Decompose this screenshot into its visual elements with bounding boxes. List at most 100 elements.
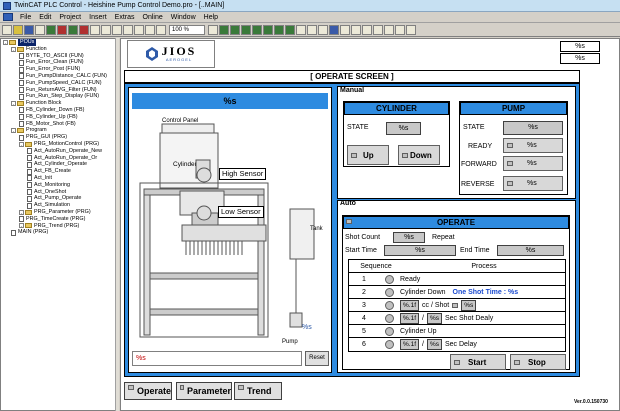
stop-icon[interactable] bbox=[79, 24, 89, 35]
polyline-icon[interactable] bbox=[263, 24, 273, 35]
run-icon[interactable] bbox=[68, 24, 78, 35]
tree-node[interactable]: FB_Cylinder_Up (FB) bbox=[1, 114, 117, 121]
menu-edit[interactable]: Edit bbox=[35, 14, 55, 21]
cylinder-down-button[interactable]: Down bbox=[398, 145, 440, 165]
cylinder-up-button[interactable]: Up bbox=[347, 145, 389, 165]
polygon-icon[interactable] bbox=[252, 24, 262, 35]
cut-icon[interactable] bbox=[112, 24, 122, 35]
menu-insert[interactable]: Insert bbox=[85, 14, 111, 21]
end-time-label: End Time bbox=[460, 247, 490, 254]
tree-node[interactable]: FB_Cylinder_Down (FB) bbox=[1, 107, 117, 114]
tree-node[interactable]: Act_OneShot bbox=[1, 189, 117, 196]
tree-node[interactable]: - Function Block bbox=[1, 100, 117, 107]
expand-icon[interactable]: - bbox=[11, 128, 16, 134]
reset-button[interactable]: Reset bbox=[305, 351, 329, 366]
new-icon[interactable] bbox=[2, 24, 12, 35]
parameter-nav-button[interactable]: Parameter bbox=[176, 382, 232, 400]
visualization-icon[interactable] bbox=[307, 24, 317, 35]
menu-window[interactable]: Window bbox=[167, 14, 200, 21]
print-icon[interactable] bbox=[35, 24, 45, 35]
step-icon[interactable] bbox=[90, 24, 100, 35]
tree-scrollbar[interactable] bbox=[115, 38, 119, 411]
meter-icon[interactable] bbox=[340, 24, 350, 35]
pie-icon[interactable] bbox=[285, 24, 295, 35]
menu-project[interactable]: Project bbox=[55, 14, 85, 21]
save-icon[interactable] bbox=[24, 24, 34, 35]
step-indicator-icon bbox=[385, 313, 394, 323]
rounded-rect-icon[interactable] bbox=[230, 24, 240, 35]
shot-delay-input[interactable]: %.1f bbox=[400, 312, 420, 324]
ellipse-icon[interactable] bbox=[241, 24, 251, 35]
table-icon[interactable] bbox=[329, 24, 339, 35]
menu-online[interactable]: Online bbox=[139, 14, 167, 21]
tree-node[interactable]: BYTE_TO_ASCII (FUN) bbox=[1, 53, 117, 60]
tree-node[interactable]: Fun_PumpDistance_CALC (FUN) bbox=[1, 73, 117, 80]
find-icon[interactable] bbox=[145, 24, 155, 35]
pou-icon bbox=[11, 229, 16, 236]
tree-node[interactable]: Fun_Error_Post (FUN) bbox=[1, 66, 117, 73]
copy-icon[interactable] bbox=[123, 24, 133, 35]
paste-icon[interactable] bbox=[134, 24, 144, 35]
menu-file[interactable]: File bbox=[16, 14, 35, 21]
menu-help[interactable]: Help bbox=[200, 14, 222, 21]
tree-node[interactable]: - Function bbox=[1, 46, 117, 53]
expand-icon[interactable]: - bbox=[19, 141, 24, 147]
tree-node[interactable]: PRG_GUI (PRG) bbox=[1, 134, 117, 141]
rectangle-icon[interactable] bbox=[219, 24, 229, 35]
tree-node[interactable]: Act_Cylinder_Operate bbox=[1, 161, 117, 168]
tree-node[interactable]: - Program bbox=[1, 127, 117, 134]
bar-display-icon[interactable] bbox=[351, 24, 361, 35]
tree-node[interactable]: Fun_Run_Step_Display (FUN) bbox=[1, 93, 117, 100]
start-button[interactable]: Start bbox=[450, 354, 506, 370]
bitmap-icon[interactable] bbox=[296, 24, 306, 35]
tree-node[interactable]: - PRG_MotionControl (PRG) bbox=[1, 141, 117, 148]
menu-extras[interactable]: Extras bbox=[111, 14, 139, 21]
open-icon[interactable] bbox=[13, 24, 23, 35]
tree-node[interactable]: - PRG_Trend (PRG) bbox=[1, 223, 117, 230]
pump-ready-button[interactable]: %s bbox=[503, 138, 563, 153]
activex-icon[interactable] bbox=[395, 24, 405, 35]
expand-icon[interactable]: - bbox=[11, 46, 16, 52]
expand-icon[interactable]: - bbox=[3, 39, 8, 45]
tree-node[interactable]: - POUs bbox=[1, 39, 117, 46]
trend-icon[interactable] bbox=[384, 24, 394, 35]
step-in-icon[interactable] bbox=[101, 24, 111, 35]
tree-node[interactable]: - PRG_Parameter (PRG) bbox=[1, 209, 117, 216]
delay-input[interactable]: %.1f bbox=[400, 338, 420, 350]
histogram-icon[interactable] bbox=[362, 24, 372, 35]
document-icon[interactable] bbox=[3, 13, 13, 21]
trend-nav-button[interactable]: Trend bbox=[234, 382, 282, 400]
curve-icon[interactable] bbox=[274, 24, 284, 35]
shot-volume-input[interactable]: %.1f bbox=[400, 299, 420, 311]
tree-node[interactable]: Act_AutoRun_Operate_New bbox=[1, 148, 117, 155]
login-icon[interactable] bbox=[46, 24, 56, 35]
alarm-icon[interactable] bbox=[373, 24, 383, 35]
expand-icon[interactable]: - bbox=[19, 209, 24, 215]
pump-reverse-button[interactable]: %s bbox=[503, 176, 563, 191]
tree-node[interactable]: Act_AutoRun_Operate_Or bbox=[1, 155, 117, 162]
slider-icon[interactable] bbox=[406, 24, 416, 35]
tree-node[interactable]: Act_FB_Create bbox=[1, 168, 117, 175]
replace-icon[interactable] bbox=[156, 24, 166, 35]
tree-node[interactable]: PRG_TimeCreate (PRG) bbox=[1, 216, 117, 223]
expand-icon[interactable]: - bbox=[19, 223, 24, 229]
pump-forward-button[interactable]: %s bbox=[503, 156, 563, 171]
stop-button[interactable]: Stop bbox=[510, 354, 566, 370]
tree-node[interactable]: FB_Motor_Shot (FB) bbox=[1, 121, 117, 128]
tree-node[interactable]: MAIN (PRG) bbox=[1, 229, 117, 236]
tree-node[interactable]: Act_Pump_Operate bbox=[1, 195, 117, 202]
zoom-select[interactable]: 100 % bbox=[169, 24, 205, 35]
tree-node[interactable]: Fun_Error_Clean (FUN) bbox=[1, 59, 117, 66]
tree-node[interactable]: Act_Monitoring bbox=[1, 182, 117, 189]
expand-icon[interactable]: - bbox=[11, 101, 16, 107]
shot-delay-value: %s bbox=[426, 312, 442, 324]
tree-node[interactable]: Fun_ReturnAVG_Filter (FUN) bbox=[1, 87, 117, 94]
tree-node[interactable]: Fun_PumpSpeed_CALC (FUN) bbox=[1, 80, 117, 87]
button-icon[interactable] bbox=[318, 24, 328, 35]
operate-nav-button[interactable]: Operate bbox=[124, 382, 172, 400]
tree-node[interactable]: Act_Init bbox=[1, 175, 117, 182]
pointer-icon[interactable] bbox=[208, 24, 218, 35]
tree-node-label: FB_Cylinder_Down (FB) bbox=[26, 106, 85, 113]
logout-icon[interactable] bbox=[57, 24, 67, 35]
tree-node[interactable]: Act_Simulation bbox=[1, 202, 117, 209]
